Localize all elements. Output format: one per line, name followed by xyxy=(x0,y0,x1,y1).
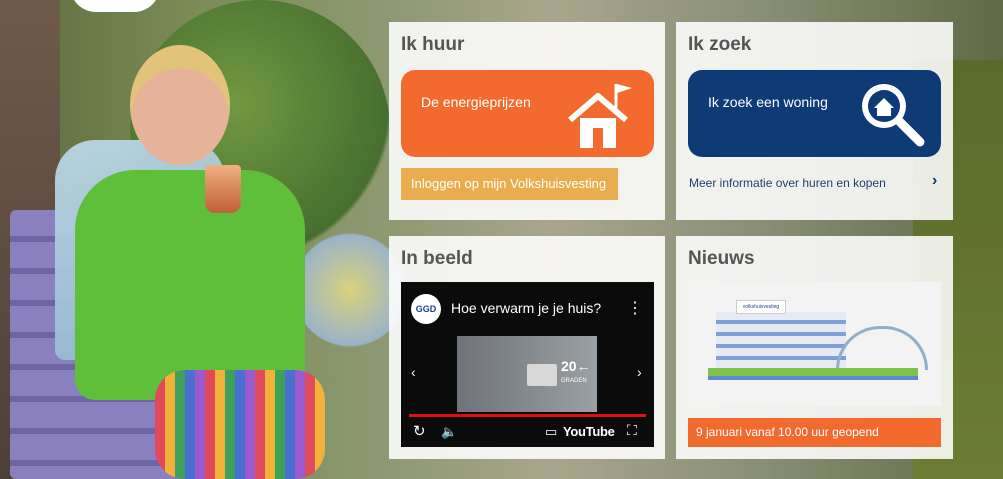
panel-ik-huur: Ik huur De energieprijzen Inloggen op mi… xyxy=(389,22,665,220)
panel-title: Nieuws xyxy=(688,248,755,269)
thermostat xyxy=(527,364,557,386)
youtube-logo[interactable]: YouTube xyxy=(563,424,615,439)
volume-icon[interactable]: 🔈 xyxy=(441,424,457,440)
house-flag-icon xyxy=(568,84,632,148)
youtube-video-player[interactable]: GGD Hoe verwarm je je huis? ⋮ 20← GRADEN… xyxy=(401,282,654,447)
captions-icon[interactable]: ▭ xyxy=(545,424,557,440)
panel-title: In beeld xyxy=(401,248,473,269)
channel-logo[interactable]: GGD xyxy=(411,294,441,324)
news-image[interactable]: volkshuisvesting xyxy=(688,282,941,406)
panel-in-beeld: In beeld GGD Hoe verwarm je je huis? ⋮ 2… xyxy=(389,236,665,459)
head xyxy=(130,45,230,165)
replay-icon[interactable]: ↻ xyxy=(413,422,426,440)
tile-label: Ik zoek een woning xyxy=(708,94,828,110)
more-options-icon[interactable]: ⋮ xyxy=(627,298,643,318)
video-title[interactable]: Hoe verwarm je je huis? xyxy=(451,300,601,316)
previous-arrow-icon[interactable]: ‹ xyxy=(411,364,416,380)
chevron-right-icon[interactable]: › xyxy=(932,172,937,190)
next-arrow-icon[interactable]: › xyxy=(637,364,642,380)
panel-ik-zoek: Ik zoek Ik zoek een woning Meer informat… xyxy=(676,22,953,220)
fullscreen-icon[interactable]: ⛶ xyxy=(627,422,637,439)
arch-bridge xyxy=(836,326,928,370)
green-shirt xyxy=(75,170,305,400)
woman-with-drink xyxy=(55,40,335,479)
house-search-icon xyxy=(862,84,925,147)
panel-title: Ik zoek xyxy=(688,34,752,55)
search-home-tile[interactable]: Ik zoek een woning xyxy=(688,70,941,157)
info-link[interactable]: Meer informatie over huren en kopen xyxy=(689,176,886,190)
thermostat-unit: GRADEN xyxy=(561,378,587,384)
panel-title: Ik huur xyxy=(401,34,465,55)
tile-label: De energieprijzen xyxy=(421,94,531,110)
drink-glass xyxy=(205,165,241,213)
energy-prices-tile[interactable]: De energieprijzen xyxy=(401,70,654,157)
login-button[interactable]: Inloggen op mijn Volkshuisvesting xyxy=(401,168,618,200)
grass-strip xyxy=(708,368,918,376)
office-building xyxy=(716,312,846,370)
news-headline[interactable]: 9 januari vanaf 10.00 uur geopend xyxy=(688,418,941,447)
water-strip xyxy=(708,376,918,380)
thermostat-value: 20← xyxy=(561,358,591,374)
building-sign: volkshuisvesting xyxy=(736,300,786,314)
panel-nieuws: Nieuws volkshuisvesting 9 januari vanaf … xyxy=(676,236,953,459)
progress-bar[interactable] xyxy=(409,414,646,417)
striped-leggings xyxy=(155,370,325,479)
